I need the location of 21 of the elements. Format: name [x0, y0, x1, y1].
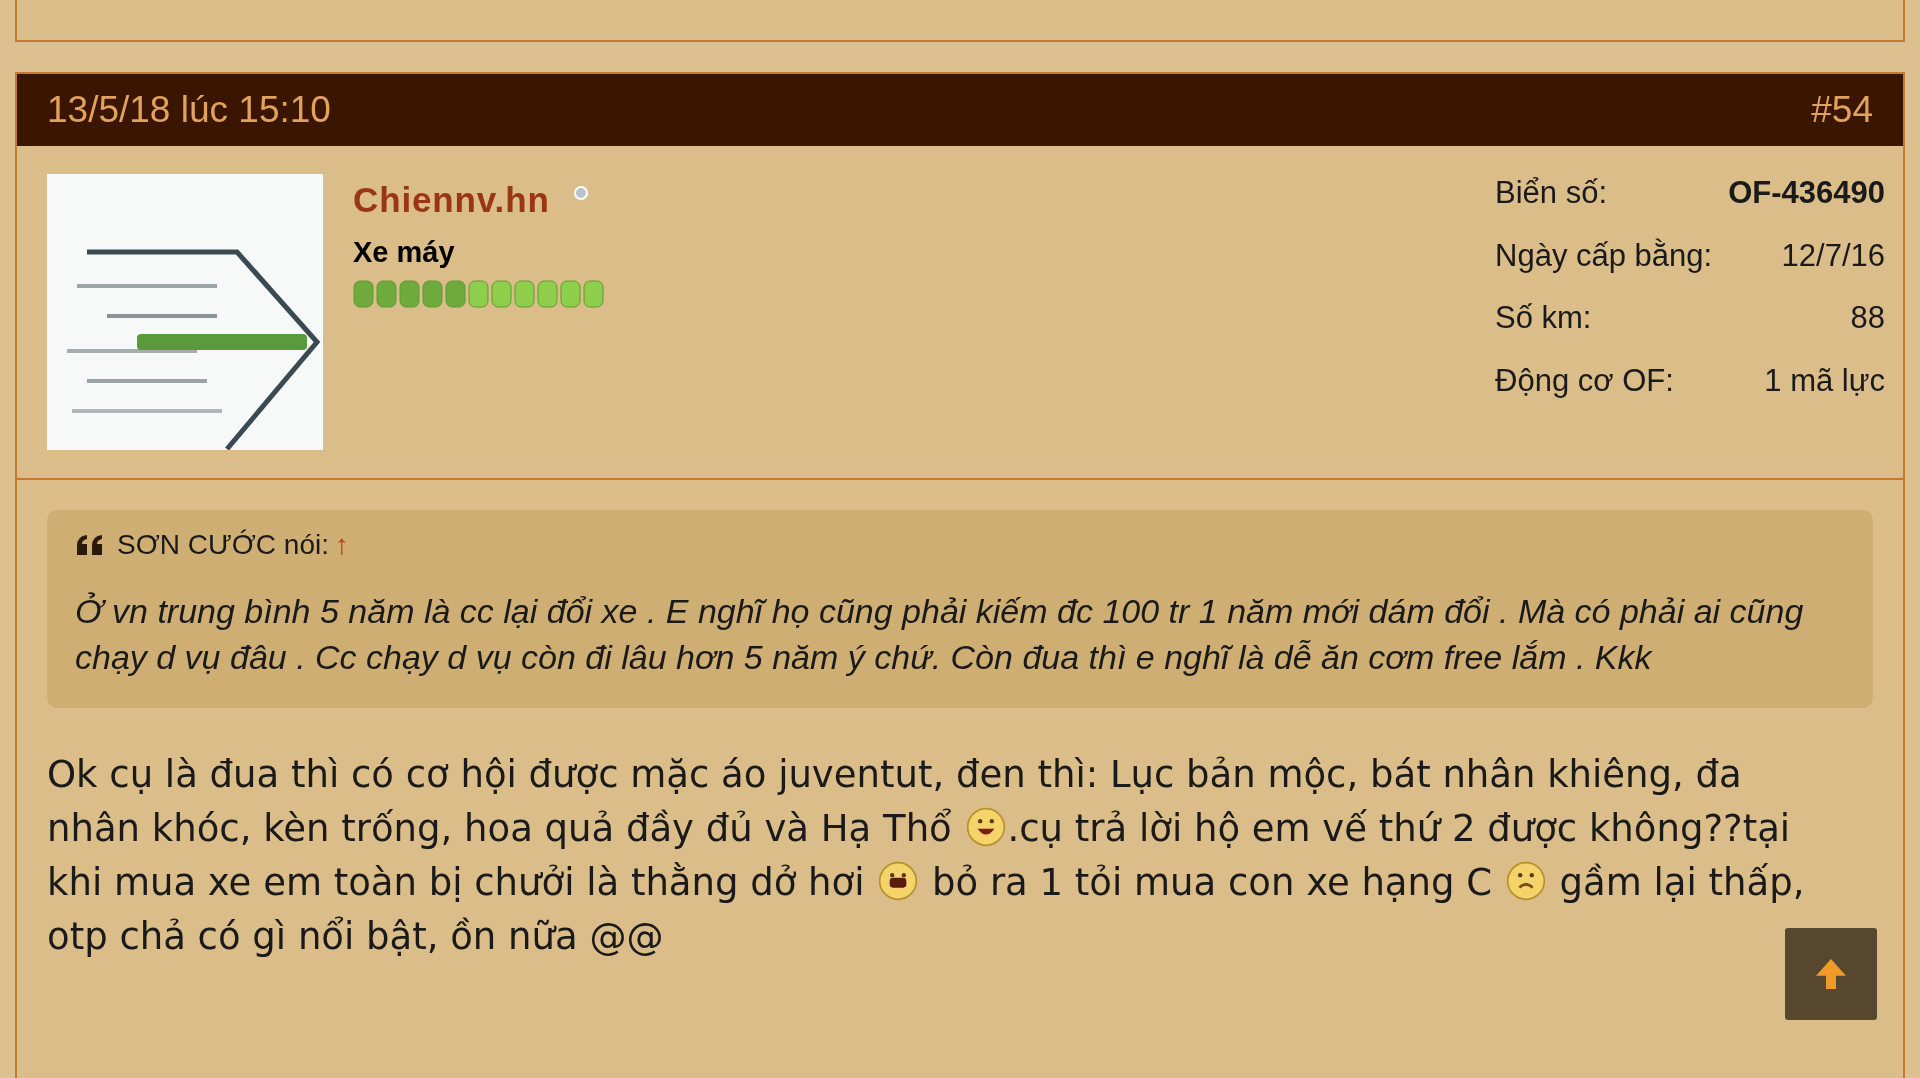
stat-value: 1 mã lực: [1763, 361, 1885, 400]
smiley-icon: [878, 861, 919, 901]
quote-jump-link[interactable]: ↑: [334, 524, 349, 566]
stat-value: OF-436490: [1728, 174, 1885, 212]
stat-label: Biển số:: [1495, 174, 1609, 212]
user-rank: Xe máy: [353, 234, 456, 270]
quote-text: Ở vn trung bình 5 năm là cc lại đổi xe . E nghĩ họ cũng phải kiếm đc 100 tr 1 năm mới dám đổi . Mà có phải ai cũng chạy d vụ đâu . Cc chạy d vụ còn đi lâu hơn 5 năm ý chứ. Còn đua thì e nghĩ là dễ ăn cơm free lắm . Kkk: [75, 591, 1805, 678]
quote-author: SƠN CƯỚC nói:: [117, 528, 329, 562]
stat-label: Số km:: [1495, 299, 1593, 337]
post-number[interactable]: #54: [1811, 82, 1873, 138]
post-message: Ok cụ là đua thì có cơ hội được mặc áo juventut, đen thì: Lục bản mộc, bát nhân khiêng, đa nhân khóc, kèn trống, hoa quả đầy đủ và Hạ Thổ .cụ trả lời hộ em vế thứ 2 được không??tại khi mua xe em toàn bị chưởi là thằng dở hơi bỏ ra 1 tỏi mua con xe hạng C gầm lại thấp, otp chả có gì nổi bật, ồn nữa @@: [47, 752, 1806, 960]
stat-label: Ngày cấp bằng:: [1495, 236, 1713, 275]
stat-value: 88: [1849, 299, 1885, 337]
stat-value: 12/7/16: [1780, 236, 1885, 275]
smiley-icon: [965, 807, 1006, 847]
scroll-to-top-button[interactable]: [1785, 928, 1877, 1020]
stat-label: Động cơ OF:: [1495, 361, 1675, 400]
post-date: 13/5/18 lúc 15:10: [47, 88, 331, 133]
smiley-icon: [1505, 861, 1546, 901]
username[interactable]: Chiennv.hn: [353, 174, 550, 227]
quote-icon: [75, 534, 105, 556]
